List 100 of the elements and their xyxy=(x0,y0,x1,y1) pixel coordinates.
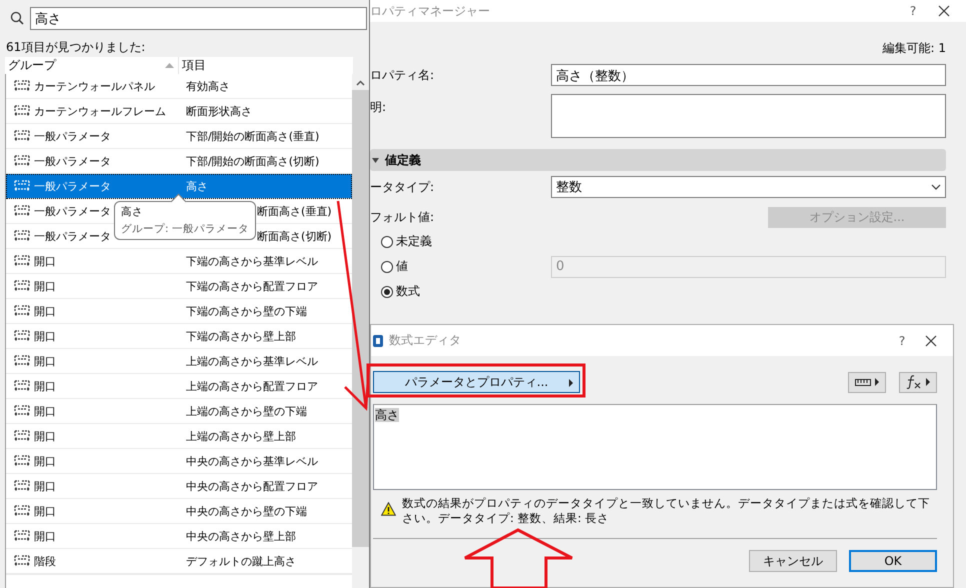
table-cell: 上端の高さから壁の下端 xyxy=(186,404,307,418)
table-cell: 開口 xyxy=(34,478,56,494)
window-title: ロパティマネージャー xyxy=(370,2,491,20)
table-cell: 下端の高さから壁の下端 xyxy=(186,304,307,318)
list-row[interactable]: 開口 上端の高さから基準レベル xyxy=(6,349,352,374)
parameter-icon xyxy=(14,305,30,317)
list-row[interactable]: 一般パラメータ 下部/開始の断面高さ(垂直) xyxy=(6,124,352,149)
function-icon xyxy=(906,375,922,389)
parameter-icon xyxy=(14,230,30,242)
field-label: フォルト値: xyxy=(370,209,436,226)
expanded-caret-icon xyxy=(372,156,379,164)
field-label: ロパティ名: xyxy=(370,66,436,84)
table-cell: 下部/開始の断面高さ(垂直) xyxy=(186,128,320,144)
parameter-icon xyxy=(14,255,30,267)
table-cell: 下部/開始の断面高さ(切断) xyxy=(186,154,320,168)
parameter-icon xyxy=(14,80,30,92)
list-row[interactable]: 開口 上端の高さから配置フロア xyxy=(6,374,352,399)
dialog-button[interactable]: OK xyxy=(849,550,937,572)
ruler-icon xyxy=(855,378,871,386)
result-count: 61項目が見つかりました: xyxy=(5,39,146,56)
radio-label: 未定義 xyxy=(396,233,432,250)
parameter-icon xyxy=(14,280,30,292)
parameter-icon xyxy=(14,355,30,367)
field-label: ータタイプ: xyxy=(370,178,436,196)
parameter-icon xyxy=(14,155,30,167)
table-cell: 中央の高さから基準レベル xyxy=(186,454,318,468)
table-cell: 開口 xyxy=(34,354,56,368)
window-title: 数式エディタ xyxy=(389,332,462,349)
table-cell: 一般パラメータ xyxy=(34,154,111,168)
search-field[interactable]: 高さ xyxy=(30,6,367,30)
field-label: 明: xyxy=(370,99,388,116)
warning-icon xyxy=(381,502,396,516)
parameter-icon xyxy=(14,430,30,442)
list-row[interactable]: 開口 中央の高さから壁の下端 xyxy=(6,499,352,524)
parameter-icon xyxy=(14,205,30,217)
table-cell: 一般パラメータ xyxy=(34,128,111,144)
list-row[interactable]: 開口 上端の高さから壁の下端 xyxy=(6,399,352,424)
dialog-button[interactable]: キャンセル xyxy=(749,550,837,572)
list-row[interactable]: 開口 下端の高さから基準レベル xyxy=(6,249,352,274)
table-cell: 開口 xyxy=(34,254,56,268)
radio-button[interactable] xyxy=(381,236,393,248)
list-row[interactable]: 開口 中央の高さから配置フロア xyxy=(6,474,352,499)
table-cell: 開口 xyxy=(34,428,56,444)
table-cell: 開口 xyxy=(34,528,56,544)
functions-button[interactable] xyxy=(899,372,937,392)
table-cell: 下端の高さから壁上部 xyxy=(186,328,296,344)
close-icon[interactable] xyxy=(938,5,950,17)
column-header[interactable]: 項目 xyxy=(179,57,206,74)
units-button[interactable] xyxy=(848,372,886,392)
parameter-icon xyxy=(14,530,30,542)
radio-label: 値 xyxy=(396,258,408,275)
list-row[interactable]: 一般パラメータ 高さ xyxy=(6,174,352,199)
data-type-dropdown[interactable]: 整数 xyxy=(551,176,946,198)
formula-field[interactable]: 高さ xyxy=(373,404,937,490)
table-cell: 上端の高さから配置フロア xyxy=(186,378,318,394)
table-cell: 中央の高さから壁の下端 xyxy=(186,504,307,518)
list-row[interactable]: 開口 上端の高さから壁上部 xyxy=(6,424,352,449)
table-cell: 上端の高さから基準レベル xyxy=(186,354,318,368)
table-cell: 開口 xyxy=(34,378,56,394)
table-cell: 一般パラメータ xyxy=(34,204,111,218)
name-field[interactable]: 高さ（整数） xyxy=(551,64,946,86)
list-row[interactable]: 開口 中央の高さから壁上部 xyxy=(6,524,352,549)
list-row[interactable]: カーテンウォールパネル 有効高さ xyxy=(6,74,352,99)
parameter-icon xyxy=(14,455,30,467)
scroll-up-icon[interactable] xyxy=(356,80,365,86)
table-cell: 有効高さ xyxy=(186,78,230,94)
table-cell: 開口 xyxy=(34,504,56,518)
list-row[interactable]: カーテンウォールフレーム 断面形状高さ xyxy=(6,99,352,124)
radio-label: 数式 xyxy=(396,283,420,300)
submenu-arrow-icon xyxy=(569,379,573,387)
list-row[interactable]: 開口 下端の高さから壁上部 xyxy=(6,324,352,349)
parameter-icon xyxy=(14,555,30,567)
table-cell: 一般パラメータ xyxy=(34,228,111,244)
radio-button[interactable] xyxy=(381,286,393,298)
table-cell: 開口 xyxy=(34,454,56,468)
list-row[interactable]: 開口 下端の高さから壁の下端 xyxy=(6,299,352,324)
search-icon xyxy=(10,11,24,25)
tooltip-title: 高さ xyxy=(121,205,144,219)
list-row[interactable]: 開口 下端の高さから配置フロア xyxy=(6,274,352,299)
section-header[interactable]: 値定義 xyxy=(370,149,946,171)
table-cell: 断面形状高さ xyxy=(186,104,252,118)
parameter-icon xyxy=(14,480,30,492)
table-cell: 断面高さ(切断) xyxy=(257,228,332,244)
list-row[interactable]: 階段 デフォルトの蹴上高さ xyxy=(6,549,352,574)
list-row[interactable]: 開口 中央の高さから基準レベル xyxy=(6,449,352,474)
parameter-icon xyxy=(14,105,30,117)
chevron-down-icon xyxy=(931,184,941,190)
table-cell: 下端の高さから基準レベル xyxy=(186,254,318,268)
table-cell: 階段 xyxy=(34,554,56,568)
radio-button[interactable] xyxy=(381,260,393,272)
help-button[interactable]: ? xyxy=(888,4,938,18)
table-cell: カーテンウォールパネル xyxy=(34,78,155,94)
table-cell: 高さ xyxy=(186,178,208,194)
description-field[interactable] xyxy=(551,94,946,138)
parameter-icon xyxy=(14,405,30,417)
close-icon[interactable] xyxy=(925,334,937,346)
submenu-arrow-icon xyxy=(926,378,930,386)
help-button[interactable]: ? xyxy=(879,334,925,348)
parameters-button[interactable]: パラメータとプロパティ... xyxy=(373,371,580,393)
table-cell: 開口 xyxy=(34,304,56,318)
